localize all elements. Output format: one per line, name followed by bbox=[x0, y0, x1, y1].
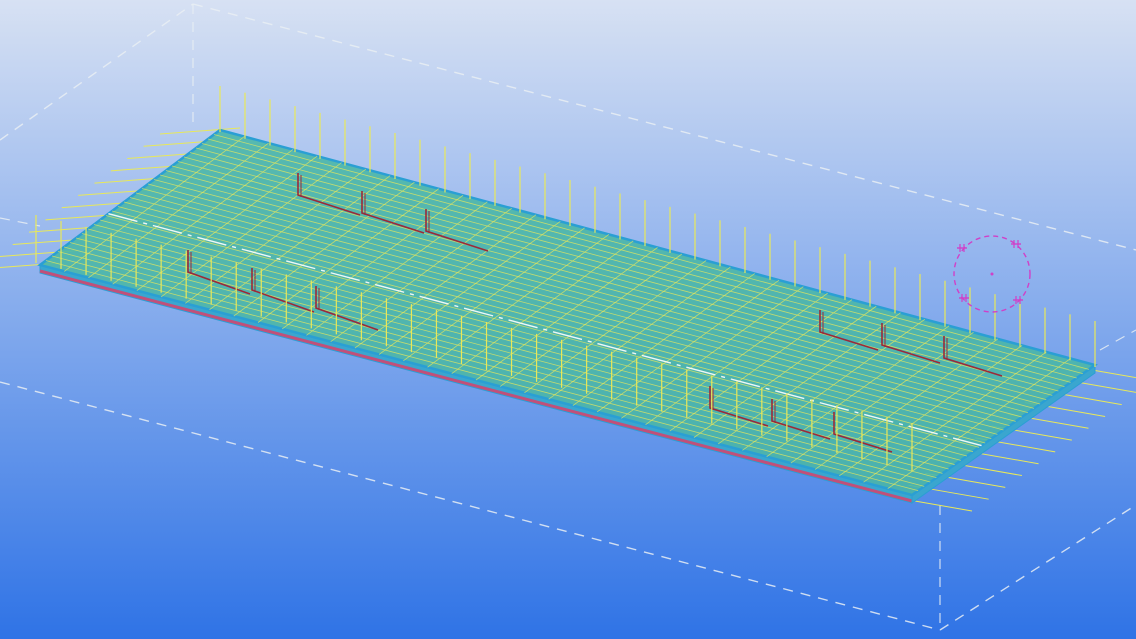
model-3d-viewport[interactable] bbox=[0, 0, 1136, 639]
cursor-center bbox=[990, 272, 994, 276]
scene-canvas[interactable] bbox=[0, 0, 1136, 639]
